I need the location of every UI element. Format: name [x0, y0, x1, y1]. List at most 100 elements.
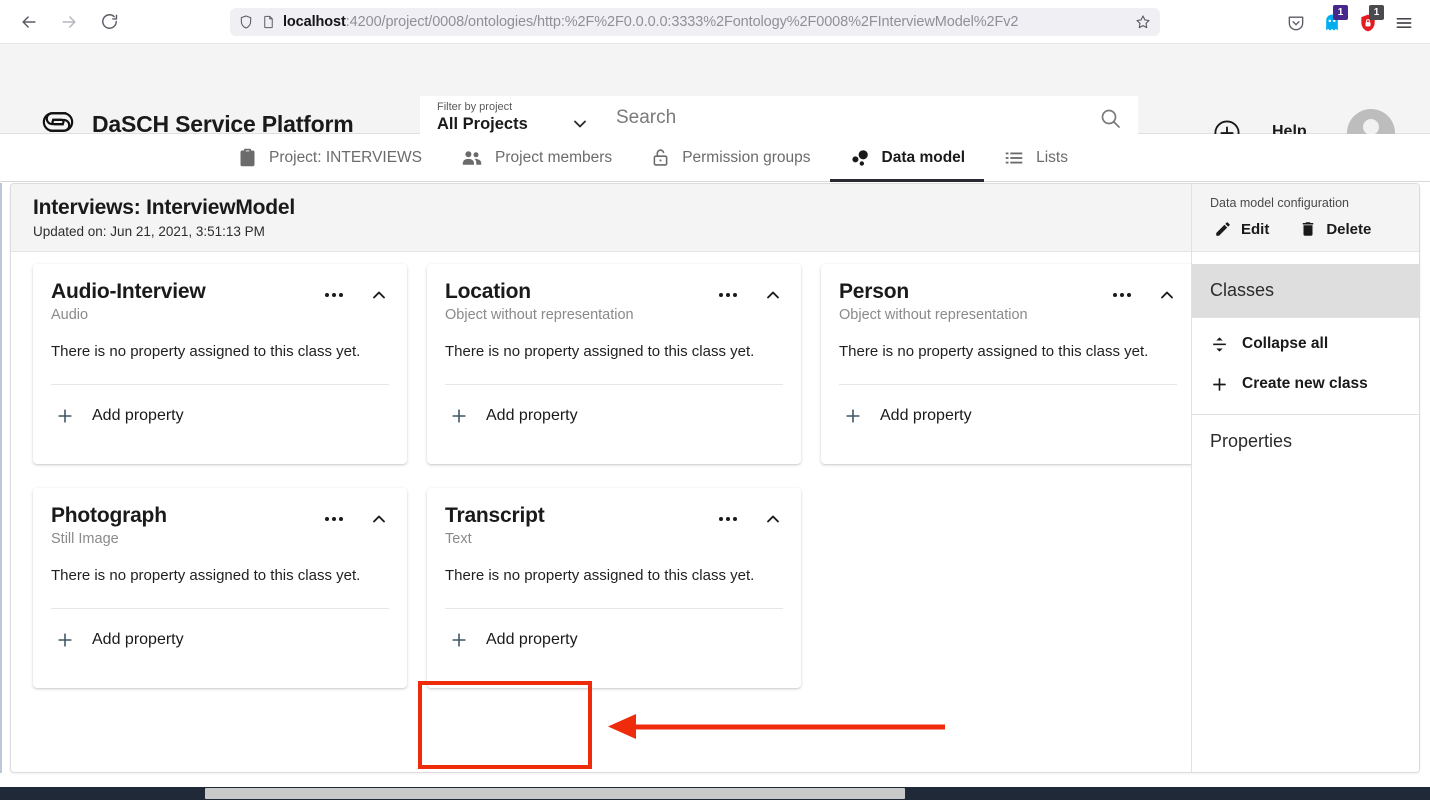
config-label: Data model configuration [1210, 196, 1419, 210]
url-fade [1100, 8, 1126, 36]
class-name: Location [445, 280, 634, 304]
people-icon [460, 146, 484, 170]
class-card-photograph[interactable]: Photograph Still Image There is no prope… [33, 488, 407, 688]
more-options-icon[interactable] [325, 517, 343, 521]
avatar-head [1363, 119, 1379, 135]
tab-permission-groups[interactable]: Permission groups [631, 134, 829, 181]
add-property-label: Add property [486, 631, 578, 649]
chevron-up-icon[interactable] [763, 509, 783, 529]
more-options-icon[interactable] [325, 293, 343, 297]
class-card-row: Photograph Still Image There is no prope… [33, 488, 1199, 688]
more-options-icon[interactable] [719, 293, 737, 297]
trash-icon [1299, 220, 1317, 238]
add-property-button[interactable]: Add property [51, 385, 389, 447]
project-filter-label: Filter by project [437, 101, 590, 114]
classes-actions: Collapse all Create new class [1192, 318, 1419, 415]
class-name: Person [839, 280, 1028, 304]
application: DaSCH Service Platform v4.10.1 Filter by… [0, 44, 1430, 800]
class-type: Still Image [51, 531, 167, 547]
delete-button[interactable]: Delete [1299, 220, 1371, 238]
project-filter-value: All Projects [437, 115, 528, 134]
more-options-icon[interactable] [1113, 293, 1131, 297]
add-property-button[interactable]: Add property [839, 385, 1177, 447]
empty-property-message: There is no property assigned to this cl… [445, 567, 783, 584]
tab-project-interviews[interactable]: Project: INTERVIEWS [218, 134, 441, 181]
plus-icon [449, 630, 469, 650]
class-name: Photograph [51, 504, 167, 528]
page-title: Interviews: InterviewModel [33, 196, 1193, 220]
empty-property-message: There is no property assigned to this cl… [51, 567, 389, 584]
data-model-configuration: Data model configuration Edit [1192, 184, 1419, 252]
properties-section-heading[interactable]: Properties [1192, 415, 1419, 467]
url-path: :4200/project/0008/ontologies/http:%2F%2… [346, 14, 1019, 30]
data-model-header: Interviews: InterviewModel Updated on: J… [11, 184, 1193, 252]
list-icon [1003, 147, 1025, 169]
updated-timestamp: Updated on: Jun 21, 2021, 3:51:13 PM [33, 224, 1193, 239]
chevron-down-icon [570, 114, 590, 134]
class-card-transcript[interactable]: Transcript Text There is no property ass… [427, 488, 801, 688]
privacy-badge: 1 [1369, 5, 1384, 20]
shield-icon [238, 14, 254, 30]
page-left-edge [0, 183, 2, 773]
browser-toolbar: localhost:4200/project/0008/ontologies/h… [0, 0, 1430, 44]
classes-section-heading[interactable]: Classes [1192, 264, 1419, 318]
browser-nav-buttons [12, 5, 126, 39]
tab-label: Project: INTERVIEWS [269, 149, 422, 167]
collapse-all-label: Collapse all [1242, 335, 1328, 353]
chevron-up-icon[interactable] [369, 285, 389, 305]
url-text: localhost:4200/project/0008/ontologies/h… [283, 14, 1152, 30]
create-new-class-button[interactable]: Create new class [1192, 364, 1419, 404]
class-name: Transcript [445, 504, 545, 528]
hamburger-menu-icon[interactable] [1388, 8, 1420, 38]
back-button[interactable] [12, 5, 46, 39]
collapse-all-icon [1210, 335, 1229, 354]
chevron-up-icon[interactable] [763, 285, 783, 305]
search-input[interactable]: Search [616, 107, 1098, 129]
collapse-all-button[interactable]: Collapse all [1192, 324, 1419, 364]
tab-label: Permission groups [682, 149, 810, 167]
class-card-person[interactable]: Person Object without representation The… [821, 264, 1195, 464]
tab-project-members[interactable]: Project members [441, 134, 631, 181]
class-name: Audio-Interview [51, 280, 206, 304]
address-bar[interactable]: localhost:4200/project/0008/ontologies/h… [230, 8, 1160, 36]
empty-property-message: There is no property assigned to this cl… [839, 343, 1177, 360]
reload-button[interactable] [92, 5, 126, 39]
tab-lists[interactable]: Lists [984, 134, 1087, 181]
class-type: Text [445, 531, 545, 547]
add-property-button[interactable]: Add property [445, 385, 783, 447]
add-property-button-transcript[interactable]: Add property [445, 609, 783, 671]
edit-button[interactable]: Edit [1214, 220, 1269, 238]
delete-label: Delete [1326, 221, 1371, 238]
more-options-icon[interactable] [719, 517, 737, 521]
class-card-audio-interview[interactable]: Audio-Interview Audio There is no proper… [33, 264, 407, 464]
search-icon[interactable] [1098, 106, 1122, 130]
bubble-chart-icon [849, 147, 871, 169]
edit-label: Edit [1241, 221, 1269, 238]
tab-label: Project members [495, 149, 612, 167]
forward-button[interactable] [52, 5, 86, 39]
class-card-row: Audio-Interview Audio There is no proper… [33, 264, 1199, 464]
star-icon[interactable] [1134, 13, 1152, 31]
tab-label: Lists [1036, 149, 1068, 167]
url-host: localhost [283, 14, 346, 30]
ghostery-icon[interactable]: 1 [1316, 8, 1348, 38]
add-property-label: Add property [486, 407, 578, 425]
browser-extension-icons: 1 1 [1280, 8, 1420, 38]
chevron-up-icon[interactable] [369, 509, 389, 529]
side-spacer [1192, 252, 1419, 264]
class-type: Object without representation [445, 307, 634, 323]
tab-data-model[interactable]: Data model [830, 134, 985, 181]
add-property-button[interactable]: Add property [51, 609, 389, 671]
plus-icon [449, 406, 469, 426]
plus-icon [55, 406, 75, 426]
chevron-up-icon[interactable] [1157, 285, 1177, 305]
pocket-save-icon[interactable] [1280, 8, 1312, 38]
data-model-side-panel: Data model configuration Edit [1191, 184, 1419, 772]
scrollbar-thumb[interactable] [205, 788, 905, 799]
plus-icon [55, 630, 75, 650]
project-tabs: Project: INTERVIEWS Project members Perm… [0, 134, 1430, 182]
horizontal-scrollbar[interactable] [0, 787, 1430, 800]
empty-property-message: There is no property assigned to this cl… [445, 343, 783, 360]
privacy-shield-icon[interactable]: 1 [1352, 8, 1384, 38]
class-card-location[interactable]: Location Object without representation T… [427, 264, 801, 464]
